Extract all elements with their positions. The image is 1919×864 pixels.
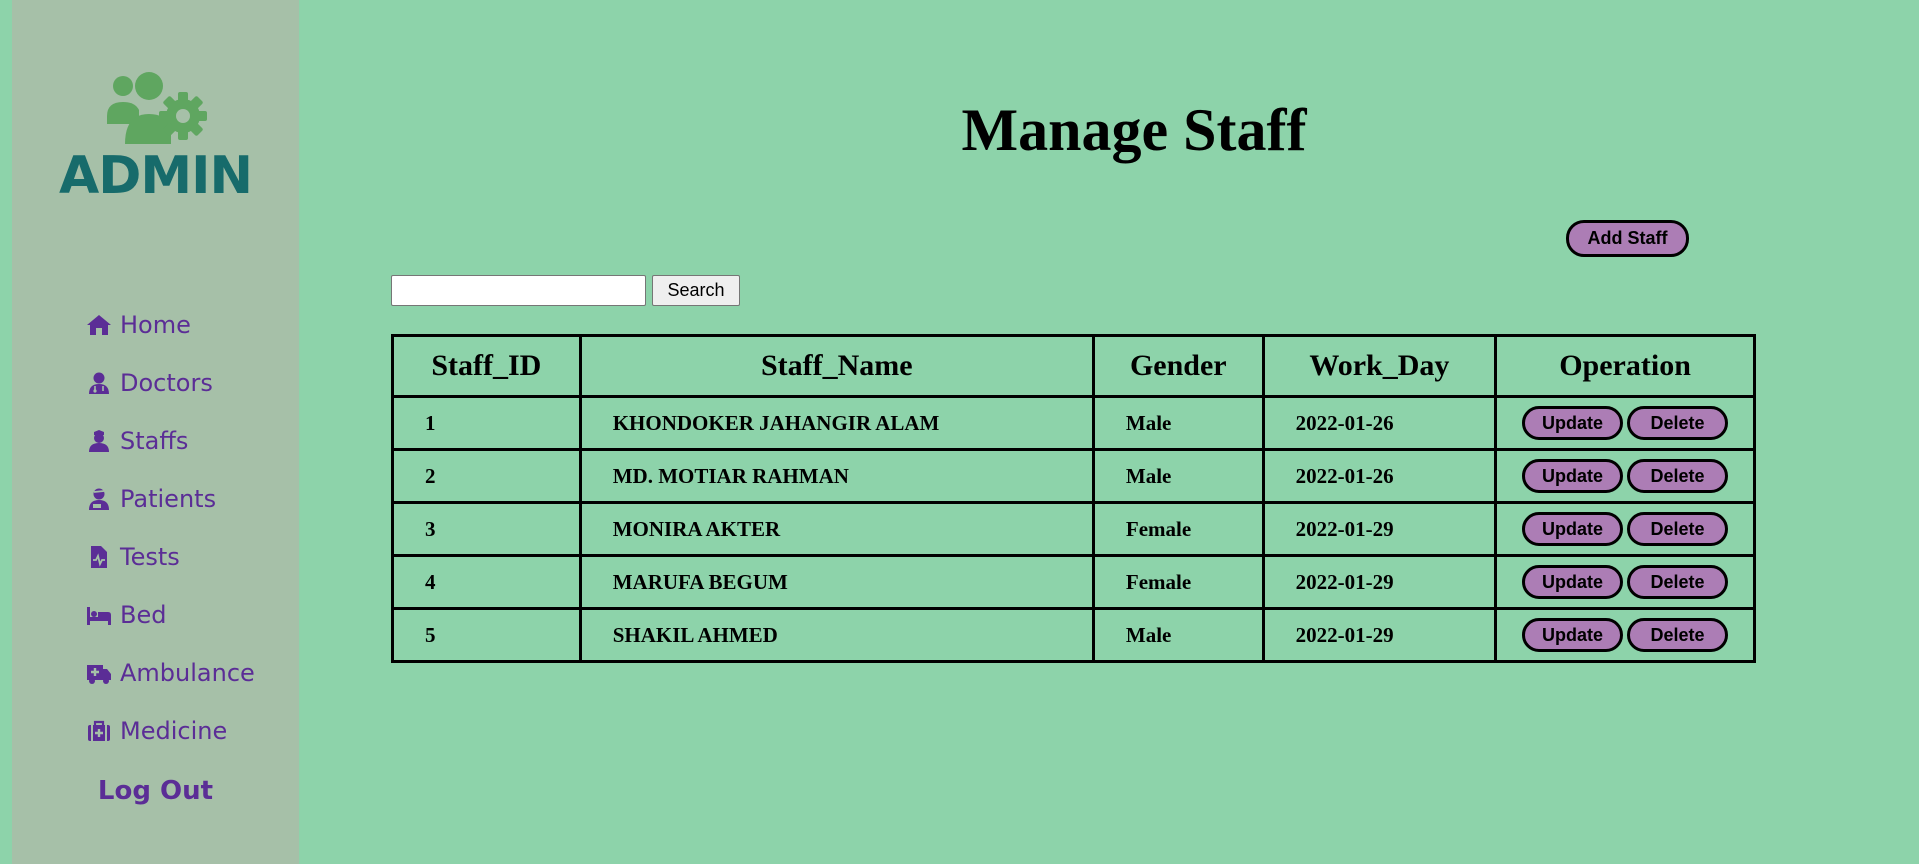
sidebar-item-tests[interactable]: Tests [86,528,255,586]
delete-button[interactable]: Delete [1627,618,1729,652]
users-gear-icon [106,72,207,144]
delete-button[interactable]: Delete [1627,406,1729,440]
update-button[interactable]: Update [1522,459,1624,493]
operation-cell: Update Delete [1494,448,1756,504]
delete-button[interactable]: Delete [1627,512,1729,546]
truck-medical-icon [87,665,111,684]
operation-cell: Update Delete [1494,501,1756,557]
column-header: Staff_ID [391,334,582,398]
search-input[interactable] [391,275,646,306]
update-button[interactable]: Update [1522,565,1624,599]
table-row: 5 SHAKIL AHMED Male 2022-01-29 Update Del… [391,607,1756,663]
sidebar-item-label: Tests [120,543,180,571]
delete-button[interactable]: Delete [1627,459,1729,493]
work-day-cell: 2022-01-29 [1261,607,1498,663]
sidebar-item-label: Patients [120,485,217,513]
title-wrap: Manage Staff [300,90,1919,170]
column-header: Work_Day [1261,334,1498,398]
gender-cell: Male [1091,448,1265,504]
update-button[interactable]: Update [1522,618,1624,652]
home-icon [87,315,111,335]
work-day-cell: 2022-01-26 [1261,395,1498,451]
sidebar-item-label: Staffs [120,427,189,455]
staff-id-cell: 5 [391,607,582,663]
staff-id-cell: 2 [391,448,582,504]
staff-name-cell: SHAKIL AHMED [578,607,1095,663]
sidebar-item-doctors[interactable]: Doctors [86,354,255,412]
gender-cell: Male [1091,607,1265,663]
table-row: 4 MARUFA BEGUM Female 2022-01-29 Update D… [391,554,1756,610]
column-header: Staff_Name [578,334,1095,398]
user-nurse-icon [89,430,109,452]
sidebar-item-label: Ambulance [120,659,255,687]
admin-logo: ADMIN [12,66,299,206]
work-day-cell: 2022-01-26 [1261,448,1498,504]
logout-link[interactable]: Log Out [12,776,299,806]
medkit-icon [88,720,110,741]
bed-icon [87,607,111,625]
sidebar-item-label: Doctors [120,369,213,397]
sidebar-nav: Home Doctors Staffs Patients Tests Bed A… [86,296,255,760]
sidebar-item-home[interactable]: Home [86,296,255,354]
column-header: Gender [1091,334,1265,398]
staff-id-cell: 1 [391,395,582,451]
table-row: 1 KHONDOKER JAHANGIR ALAM Male 2022-01-2… [391,395,1756,451]
work-day-cell: 2022-01-29 [1261,554,1498,610]
search-button[interactable]: Search [652,275,740,306]
user-doctor-icon [89,372,109,394]
update-button[interactable]: Update [1522,512,1624,546]
file-medical-icon [91,546,107,568]
table-row: 3 MONIRA AKTER Female 2022-01-29 Update D… [391,501,1756,557]
sidebar-item-label: Medicine [120,717,228,745]
staff-name-cell: MD. MOTIAR RAHMAN [578,448,1095,504]
column-header: Operation [1494,334,1756,398]
operation-cell: Update Delete [1494,607,1756,663]
staff-name-cell: MARUFA BEGUM [578,554,1095,610]
sidebar-item-bed[interactable]: Bed [86,586,255,644]
page: ADMIN Home Doctors Staffs Patients Tests [0,0,1919,864]
page-title: Manage Staff [961,97,1307,163]
gender-cell: Female [1091,554,1265,610]
gender-cell: Male [1091,395,1265,451]
staff-name-cell: MONIRA AKTER [578,501,1095,557]
operation-cell: Update Delete [1494,395,1756,451]
operation-cell: Update Delete [1494,554,1756,610]
sidebar-item-label: Bed [120,601,167,629]
delete-button[interactable]: Delete [1627,565,1729,599]
sidebar-item-medicine[interactable]: Medicine [86,702,255,760]
staff-id-cell: 4 [391,554,582,610]
sidebar-item-label: Home [120,311,191,339]
sidebar-item-ambulance[interactable]: Ambulance [86,644,255,702]
gender-cell: Female [1091,501,1265,557]
add-staff-button[interactable]: Add Staff [1566,220,1689,257]
table-row: 2 MD. MOTIAR RAHMAN Male 2022-01-26 Upda… [391,448,1756,504]
staff-table: Staff_ID Staff_Name Gender Work_Day Oper… [391,334,1756,663]
update-button[interactable]: Update [1522,406,1624,440]
staff-name-cell: KHONDOKER JAHANGIR ALAM [578,395,1095,451]
staff-id-cell: 3 [391,501,582,557]
sidebar-item-patients[interactable]: Patients [86,470,255,528]
work-day-cell: 2022-01-29 [1261,501,1498,557]
user-injured-icon [89,488,109,510]
logo-text: ADMIN [58,146,253,206]
table-header-row: Staff_ID Staff_Name Gender Work_Day Oper… [391,334,1756,398]
sidebar: ADMIN Home Doctors Staffs Patients Tests [12,0,299,864]
sidebar-item-staffs[interactable]: Staffs [86,412,255,470]
